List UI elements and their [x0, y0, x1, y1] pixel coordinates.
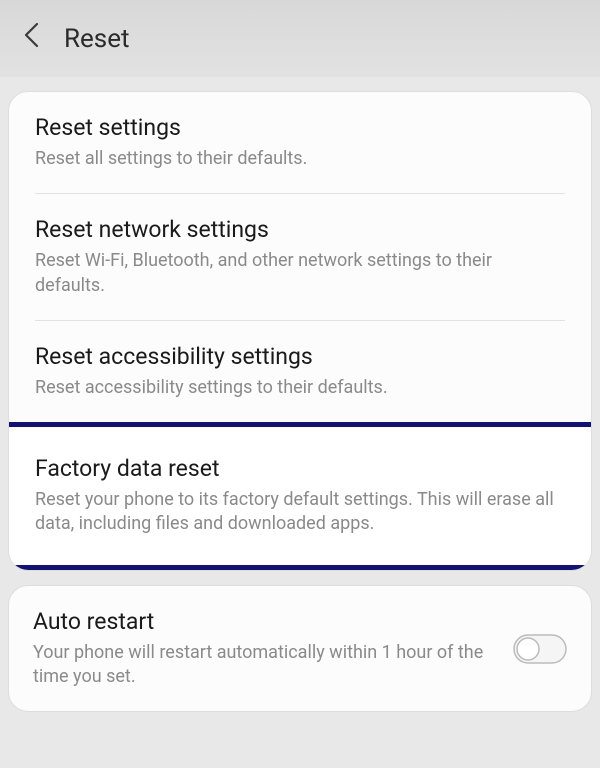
item-title: Reset settings [35, 114, 565, 141]
highlighted-item: Factory data reset Reset your phone to i… [8, 422, 592, 570]
item-title: Auto restart [33, 608, 497, 635]
reset-network-settings-item[interactable]: Reset network settings Reset Wi-Fi, Blue… [9, 194, 591, 320]
auto-restart-card[interactable]: Auto restart Your phone will restart aut… [8, 585, 592, 713]
reset-settings-item[interactable]: Reset settings Reset all settings to the… [9, 92, 591, 193]
item-title: Factory data reset [35, 455, 565, 482]
item-desc: Your phone will restart automatically wi… [33, 641, 497, 690]
item-desc: Reset Wi-Fi, Bluetooth, and other networ… [35, 249, 565, 298]
item-desc: Reset accessibility settings to their de… [35, 376, 565, 400]
item-title: Reset network settings [35, 216, 565, 243]
page-title: Reset [64, 24, 130, 54]
item-desc: Reset your phone to its factory default … [35, 488, 565, 537]
auto-restart-toggle[interactable] [513, 634, 567, 664]
back-icon[interactable] [24, 22, 40, 55]
reset-accessibility-settings-item[interactable]: Reset accessibility settings Reset acces… [9, 321, 591, 422]
item-desc: Reset all settings to their defaults. [35, 147, 565, 171]
reset-options-card: Reset settings Reset all settings to the… [8, 91, 592, 571]
factory-data-reset-item[interactable]: Factory data reset Reset your phone to i… [9, 427, 591, 565]
auto-restart-text: Auto restart Your phone will restart aut… [33, 608, 497, 690]
item-title: Reset accessibility settings [35, 343, 565, 370]
header: Reset [0, 0, 600, 77]
